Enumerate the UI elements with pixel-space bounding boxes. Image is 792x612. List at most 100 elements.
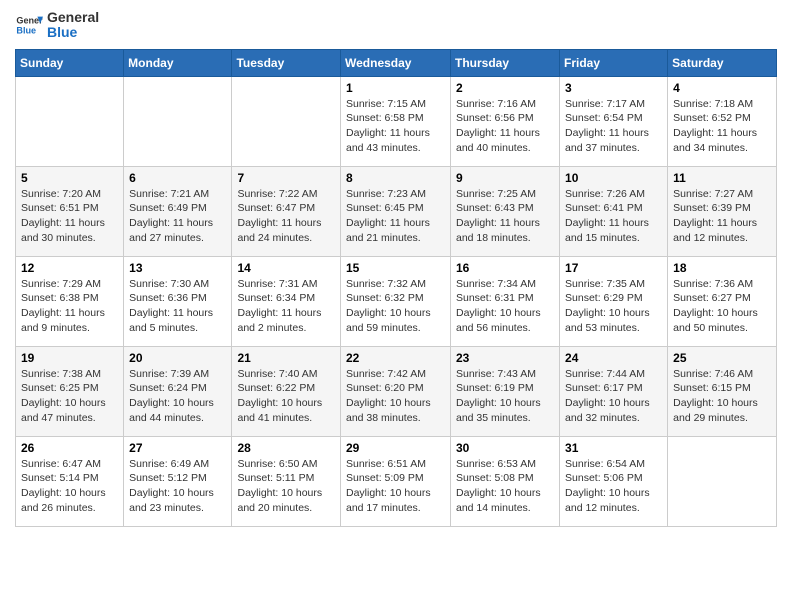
day-info: Sunrise: 7:25 AM Sunset: 6:43 PM Dayligh…: [456, 187, 554, 246]
day-info: Sunrise: 7:40 AM Sunset: 6:22 PM Dayligh…: [237, 367, 335, 426]
day-number: 15: [346, 261, 445, 275]
calendar-cell: 28 Sunrise: 6:50 AM Sunset: 5:11 PM Dayli…: [232, 436, 341, 526]
calendar-cell: 14 Sunrise: 7:31 AM Sunset: 6:34 PM Dayli…: [232, 256, 341, 346]
calendar-cell: [232, 76, 341, 166]
day-number: 1: [346, 81, 445, 95]
calendar-cell: 16 Sunrise: 7:34 AM Sunset: 6:31 PM Dayli…: [451, 256, 560, 346]
calendar-cell: [16, 76, 124, 166]
day-number: 25: [673, 351, 771, 365]
day-number: 12: [21, 261, 118, 275]
day-number: 3: [565, 81, 662, 95]
logo-blue-text: Blue: [47, 25, 99, 40]
logo-general-text: General: [47, 10, 99, 25]
weekday-header-monday: Monday: [124, 49, 232, 76]
day-info: Sunrise: 7:26 AM Sunset: 6:41 PM Dayligh…: [565, 187, 662, 246]
calendar-cell: 19 Sunrise: 7:38 AM Sunset: 6:25 PM Dayli…: [16, 346, 124, 436]
day-number: 27: [129, 441, 226, 455]
day-number: 2: [456, 81, 554, 95]
calendar-cell: 13 Sunrise: 7:30 AM Sunset: 6:36 PM Dayli…: [124, 256, 232, 346]
day-number: 6: [129, 171, 226, 185]
day-info: Sunrise: 7:30 AM Sunset: 6:36 PM Dayligh…: [129, 277, 226, 336]
page-header: General Blue General Blue: [15, 10, 777, 41]
calendar-cell: 12 Sunrise: 7:29 AM Sunset: 6:38 PM Dayli…: [16, 256, 124, 346]
calendar-cell: 29 Sunrise: 6:51 AM Sunset: 5:09 PM Dayli…: [341, 436, 451, 526]
day-number: 29: [346, 441, 445, 455]
day-number: 10: [565, 171, 662, 185]
day-info: Sunrise: 7:34 AM Sunset: 6:31 PM Dayligh…: [456, 277, 554, 336]
day-info: Sunrise: 7:32 AM Sunset: 6:32 PM Dayligh…: [346, 277, 445, 336]
day-number: 9: [456, 171, 554, 185]
calendar-cell: 5 Sunrise: 7:20 AM Sunset: 6:51 PM Daylig…: [16, 166, 124, 256]
day-number: 5: [21, 171, 118, 185]
logo-icon: General Blue: [15, 11, 43, 39]
calendar-cell: 7 Sunrise: 7:22 AM Sunset: 6:47 PM Daylig…: [232, 166, 341, 256]
calendar-table: SundayMondayTuesdayWednesdayThursdayFrid…: [15, 49, 777, 527]
calendar-cell: [124, 76, 232, 166]
day-number: 31: [565, 441, 662, 455]
day-info: Sunrise: 7:22 AM Sunset: 6:47 PM Dayligh…: [237, 187, 335, 246]
svg-text:Blue: Blue: [16, 26, 36, 36]
day-info: Sunrise: 6:50 AM Sunset: 5:11 PM Dayligh…: [237, 457, 335, 516]
calendar-cell: [668, 436, 777, 526]
day-info: Sunrise: 6:51 AM Sunset: 5:09 PM Dayligh…: [346, 457, 445, 516]
day-info: Sunrise: 7:15 AM Sunset: 6:58 PM Dayligh…: [346, 97, 445, 156]
calendar-cell: 26 Sunrise: 6:47 AM Sunset: 5:14 PM Dayli…: [16, 436, 124, 526]
weekday-header-wednesday: Wednesday: [341, 49, 451, 76]
calendar-cell: 15 Sunrise: 7:32 AM Sunset: 6:32 PM Dayli…: [341, 256, 451, 346]
day-number: 18: [673, 261, 771, 275]
calendar-cell: 31 Sunrise: 6:54 AM Sunset: 5:06 PM Dayli…: [560, 436, 668, 526]
day-number: 16: [456, 261, 554, 275]
day-number: 22: [346, 351, 445, 365]
day-number: 13: [129, 261, 226, 275]
day-info: Sunrise: 7:23 AM Sunset: 6:45 PM Dayligh…: [346, 187, 445, 246]
day-info: Sunrise: 7:18 AM Sunset: 6:52 PM Dayligh…: [673, 97, 771, 156]
logo: General Blue General Blue: [15, 10, 99, 41]
day-number: 30: [456, 441, 554, 455]
day-number: 17: [565, 261, 662, 275]
day-number: 26: [21, 441, 118, 455]
day-info: Sunrise: 7:46 AM Sunset: 6:15 PM Dayligh…: [673, 367, 771, 426]
day-number: 19: [21, 351, 118, 365]
calendar-cell: 20 Sunrise: 7:39 AM Sunset: 6:24 PM Dayli…: [124, 346, 232, 436]
weekday-header-friday: Friday: [560, 49, 668, 76]
calendar-cell: 6 Sunrise: 7:21 AM Sunset: 6:49 PM Daylig…: [124, 166, 232, 256]
day-info: Sunrise: 7:38 AM Sunset: 6:25 PM Dayligh…: [21, 367, 118, 426]
weekday-header-thursday: Thursday: [451, 49, 560, 76]
calendar-cell: 1 Sunrise: 7:15 AM Sunset: 6:58 PM Daylig…: [341, 76, 451, 166]
day-number: 4: [673, 81, 771, 95]
calendar-cell: 25 Sunrise: 7:46 AM Sunset: 6:15 PM Dayli…: [668, 346, 777, 436]
day-info: Sunrise: 7:42 AM Sunset: 6:20 PM Dayligh…: [346, 367, 445, 426]
day-info: Sunrise: 7:27 AM Sunset: 6:39 PM Dayligh…: [673, 187, 771, 246]
calendar-cell: 10 Sunrise: 7:26 AM Sunset: 6:41 PM Dayli…: [560, 166, 668, 256]
day-info: Sunrise: 7:21 AM Sunset: 6:49 PM Dayligh…: [129, 187, 226, 246]
weekday-header-sunday: Sunday: [16, 49, 124, 76]
calendar-cell: 23 Sunrise: 7:43 AM Sunset: 6:19 PM Dayli…: [451, 346, 560, 436]
day-number: 7: [237, 171, 335, 185]
day-info: Sunrise: 7:36 AM Sunset: 6:27 PM Dayligh…: [673, 277, 771, 336]
day-info: Sunrise: 7:39 AM Sunset: 6:24 PM Dayligh…: [129, 367, 226, 426]
day-info: Sunrise: 6:54 AM Sunset: 5:06 PM Dayligh…: [565, 457, 662, 516]
day-info: Sunrise: 7:20 AM Sunset: 6:51 PM Dayligh…: [21, 187, 118, 246]
calendar-cell: 18 Sunrise: 7:36 AM Sunset: 6:27 PM Dayli…: [668, 256, 777, 346]
day-number: 23: [456, 351, 554, 365]
day-number: 20: [129, 351, 226, 365]
day-number: 28: [237, 441, 335, 455]
day-info: Sunrise: 6:53 AM Sunset: 5:08 PM Dayligh…: [456, 457, 554, 516]
day-info: Sunrise: 7:17 AM Sunset: 6:54 PM Dayligh…: [565, 97, 662, 156]
day-info: Sunrise: 7:43 AM Sunset: 6:19 PM Dayligh…: [456, 367, 554, 426]
calendar-cell: 11 Sunrise: 7:27 AM Sunset: 6:39 PM Dayli…: [668, 166, 777, 256]
day-number: 14: [237, 261, 335, 275]
day-info: Sunrise: 7:31 AM Sunset: 6:34 PM Dayligh…: [237, 277, 335, 336]
day-info: Sunrise: 7:29 AM Sunset: 6:38 PM Dayligh…: [21, 277, 118, 336]
calendar-cell: 27Sunrise: 6:49 AM Sunset: 5:12 PM Dayli…: [124, 436, 232, 526]
calendar-cell: 30 Sunrise: 6:53 AM Sunset: 5:08 PM Dayli…: [451, 436, 560, 526]
day-number: 11: [673, 171, 771, 185]
day-number: 21: [237, 351, 335, 365]
day-number: 8: [346, 171, 445, 185]
day-info: Sunrise: 7:35 AM Sunset: 6:29 PM Dayligh…: [565, 277, 662, 336]
day-info: Sunrise: 6:47 AM Sunset: 5:14 PM Dayligh…: [21, 457, 118, 516]
weekday-header-tuesday: Tuesday: [232, 49, 341, 76]
day-info: Sunrise: 7:16 AM Sunset: 6:56 PM Dayligh…: [456, 97, 554, 156]
calendar-cell: 2 Sunrise: 7:16 AM Sunset: 6:56 PM Daylig…: [451, 76, 560, 166]
weekday-header-saturday: Saturday: [668, 49, 777, 76]
